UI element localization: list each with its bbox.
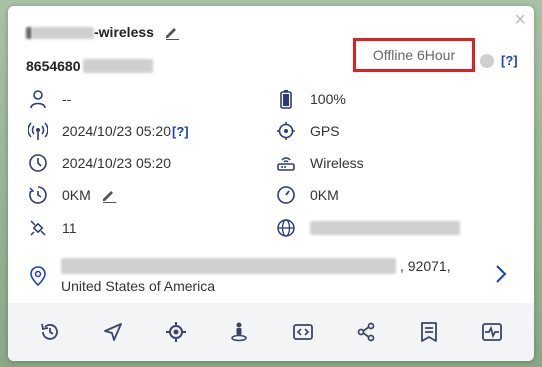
device-info-popup: × -wireless 8654680 Offline 6Hour [?] --… [8,6,534,361]
address-postcode: , 92071, [400,258,451,274]
share-icon[interactable] [353,319,379,345]
driver-value: -- [62,91,72,107]
status-text: Offline 6Hour [372,47,456,63]
navigate-icon[interactable] [100,319,126,345]
mileage-row: 0KM [28,185,117,205]
battery-value: 100% [310,91,346,107]
locate-icon[interactable] [163,319,189,345]
device-name: -wireless [26,24,154,40]
redacted-address [61,258,396,274]
device-name-suffix: -wireless [94,24,154,40]
odometer-value: 0KM [310,187,339,203]
mileage-value: 0KM [62,187,91,203]
satellites-value: 11 [62,220,77,236]
location-type-row: GPS [276,121,340,141]
connection-row: Wireless [276,153,364,173]
address-line-2: United States of America [61,278,216,294]
status-help-link[interactable]: [?] [501,53,518,68]
driver-row: -- [28,89,71,109]
device-name-row: -wireless [26,24,180,41]
device-imei: 8654680 [26,58,153,74]
address-line-1: , 92071, [61,256,498,276]
status-highlight: Offline 6Hour [353,38,475,72]
edit-name-icon[interactable] [164,24,180,41]
report-icon[interactable] [416,319,442,345]
gps-time-row: 2024/10/23 05:20 [28,153,171,173]
location-type-value: GPS [310,123,340,139]
redacted-name [32,27,94,40]
battery-icon [276,89,296,109]
timer-icon [28,185,48,205]
redacted-ip [310,221,460,235]
chevron-right-icon[interactable] [493,263,509,285]
crosshair-icon [276,121,296,141]
signal-time-value: 2024/10/23 05:20 [62,123,171,139]
connection-value: Wireless [310,155,364,171]
globe-icon [276,218,296,238]
gauge-icon [276,185,296,205]
imei-prefix: 8654680 [26,58,81,74]
history-icon[interactable] [37,319,63,345]
satellite-icon [28,218,48,238]
close-icon[interactable]: × [514,10,526,30]
monitor-icon[interactable] [479,319,505,345]
signal-time-row: 2024/10/23 05:20 [?] [28,121,189,141]
street-view-icon[interactable] [226,319,252,345]
router-icon [276,153,296,173]
battery-row: 100% [276,89,346,109]
ip-row [276,218,460,238]
odometer-row: 0KM [276,185,339,205]
edit-mileage-icon[interactable] [101,187,117,204]
signal-help-link[interactable]: [?] [172,124,189,139]
video-icon[interactable] [290,319,316,345]
action-toolbar [8,303,534,361]
clock-icon [28,153,48,173]
user-icon [28,89,48,109]
address: , 92071, United States of America [28,256,498,296]
gps-time-value: 2024/10/23 05:20 [62,155,171,171]
signal-icon [28,121,48,141]
satellites-row: 11 [28,218,77,238]
status-dot [480,54,494,68]
redacted-imei [82,59,153,73]
